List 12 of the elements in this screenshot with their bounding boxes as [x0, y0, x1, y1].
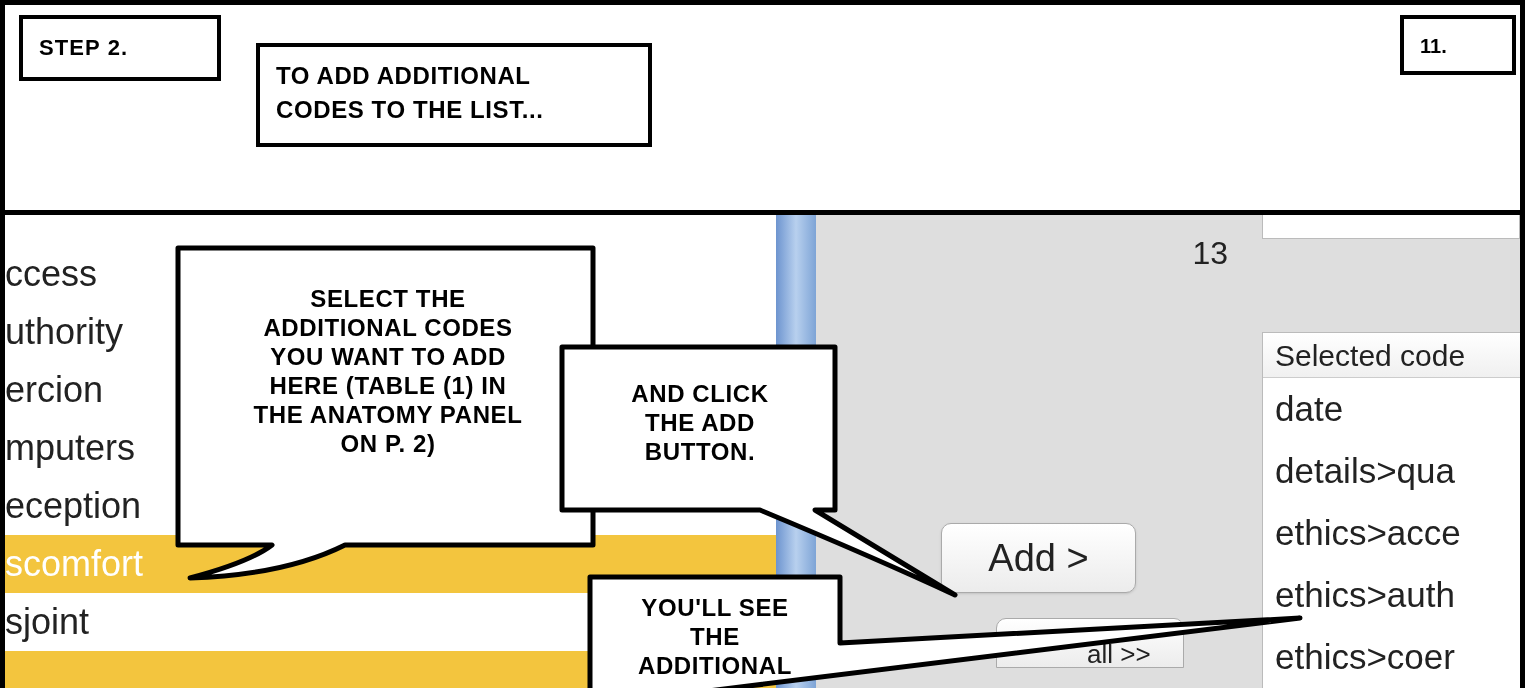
table-cell-text: ethics>acce	[1274, 511, 1462, 554]
caption-box: TO ADD ADDITIONAL CODES TO THE LIST...	[256, 43, 652, 147]
input-field[interactable]	[1262, 215, 1520, 239]
table-cell-text: ethics>coer	[1274, 635, 1456, 678]
table-cell-text: date	[1274, 387, 1345, 430]
page-number: 11.	[1400, 15, 1516, 75]
add-button[interactable]: Add >	[941, 523, 1136, 593]
row-number: 13	[1192, 234, 1228, 273]
table-cell-text: ethics>auth	[1274, 573, 1456, 616]
callout-tooltip: AND CLICK THE ADD BUTTON.	[562, 347, 955, 595]
step-label: STEP 2.	[19, 15, 221, 81]
table-cell-text: details>qua	[1274, 449, 1456, 492]
